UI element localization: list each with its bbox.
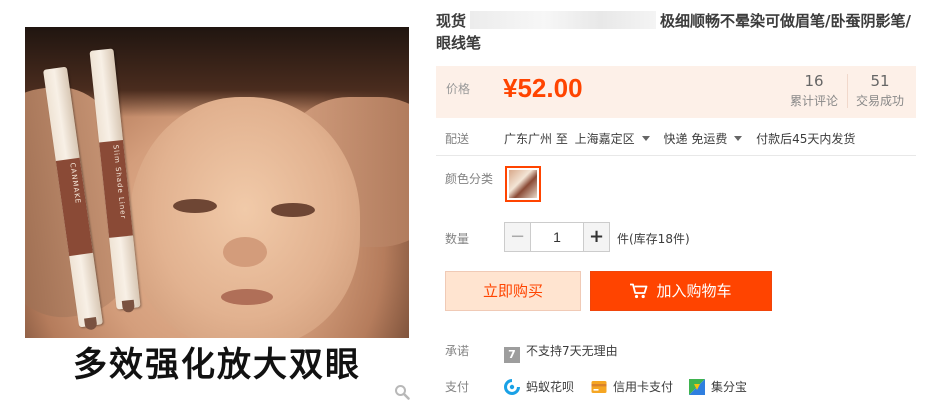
credit-card-icon [591,381,607,393]
sales-count-stat: 51 交易成功 [850,72,910,110]
sales-count-label: 交易成功 [855,94,904,108]
product-gallery: CANMAKE Slim Shade Liner 多效强化放大双眼 [25,27,409,392]
swatch-thumbnail [509,170,537,198]
cart-icon [630,283,648,299]
add-to-cart-label: 加入购物车 [656,282,732,300]
price-value: ¥52.00 [503,73,583,103]
dispatch-time: 付款后45天内发货 [756,132,856,146]
blurred-title-segment [470,11,657,29]
product-main-image[interactable]: CANMAKE Slim Shade Liner 多效强化放大双眼 [25,27,409,392]
color-swatch-selected[interactable] [505,166,541,202]
jifenbao-icon [689,379,705,395]
photo-eye-right [271,203,315,217]
shipping-method[interactable]: 快递 免运费 [664,132,728,146]
price-panel: 价格 ¥52.00 16 累计评论 51 交易成功 [436,66,916,118]
photo-face [130,97,360,347]
increase-quantity-button[interactable]: + [583,223,609,251]
shipping-destination[interactable]: 上海嘉定区 [575,132,635,146]
promise-label: 承诺 [445,344,470,358]
promise-text: 不支持7天无理由 [526,344,618,358]
quantity-label: 数量 [445,232,470,246]
payment-name: 蚂蚁花呗 [526,380,575,394]
buy-now-button[interactable]: 立即购买 [445,271,581,311]
seven-day-return-icon: 7 [504,347,520,363]
review-count: 16 [804,72,824,90]
photo-nose [223,237,267,267]
shipping-row: 广东广州 至 上海嘉定区 快递 免运费 付款后45天内发货 [504,130,858,147]
product-title: 现货 极细顺畅不晕染可做眉笔/卧蚕阴影笔/眼线笔 [436,10,922,54]
section-divider [436,155,916,156]
payment-method-credit-card[interactable]: 信用卡支付 [591,378,673,395]
zoom-icon[interactable] [394,384,410,400]
review-count-label: 累计评论 [789,94,838,108]
payment-method-huabei[interactable]: 蚂蚁花呗 [504,378,574,395]
stock-info: 件(库存18件) [617,232,690,246]
shipping-label: 配送 [445,132,470,146]
sales-count: 51 [870,72,890,90]
photo-eye-left [173,199,217,213]
chevron-down-icon[interactable] [641,136,650,141]
quantity-stepper: − + [504,222,610,252]
decrease-quantity-button[interactable]: − [505,223,531,251]
payment-name: 信用卡支付 [613,380,674,394]
price-label: 价格 [446,82,471,96]
review-count-stat[interactable]: 16 累计评论 [784,72,844,110]
color-label: 颜色分类 [445,172,494,186]
shipping-from: 广东广州 至 [504,132,568,146]
payment-label: 支付 [445,380,470,394]
quantity-input[interactable] [532,223,582,251]
stat-divider [847,74,848,108]
photo-mouth [221,289,273,305]
chevron-down-icon[interactable] [734,136,743,141]
payment-name: 集分宝 [711,380,748,394]
image-caption: 多效强化放大双眼 [73,345,361,385]
add-to-cart-button[interactable]: 加入购物车 [590,271,772,311]
payment-method-jifenbao[interactable]: 集分宝 [689,378,747,395]
service-promise: 7 不支持7天无理由 [504,342,618,363]
huabei-icon [504,379,520,395]
title-prefix: 现货 [436,12,467,30]
